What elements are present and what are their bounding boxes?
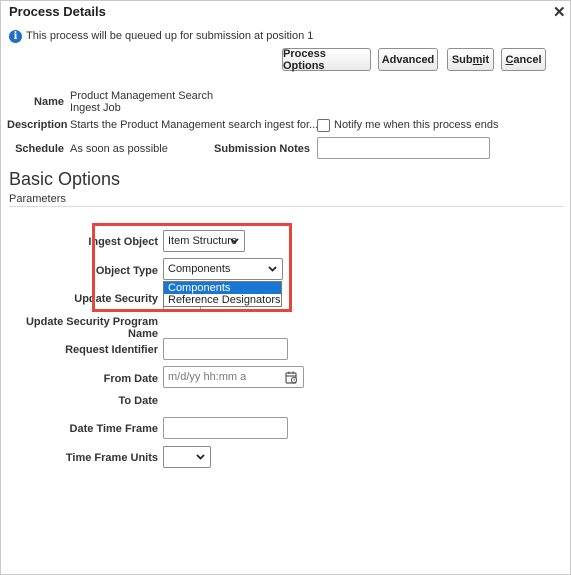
info-message: This process will be queued up for submi…	[26, 30, 314, 42]
date-time-frame-input[interactable]	[163, 417, 288, 439]
chevron-down-icon	[196, 454, 205, 460]
section-divider	[9, 206, 564, 207]
description-value: Starts the Product Management search ing…	[70, 119, 319, 131]
name-label: Name	[34, 96, 64, 108]
advanced-button[interactable]: Advanced	[378, 48, 438, 71]
advanced-label: Advanced	[381, 53, 435, 66]
annotation-highlight-box	[92, 223, 292, 312]
cancel-label: Cancel	[505, 53, 542, 66]
update-security-program-label: Update Security Program Name	[25, 316, 158, 340]
notify-checkbox[interactable]	[317, 119, 330, 132]
name-value: Product Management Search Ingest Job	[70, 90, 214, 114]
close-icon[interactable]: ✕	[553, 3, 566, 21]
info-icon: i	[9, 30, 22, 43]
submit-button[interactable]: Submit	[447, 48, 494, 71]
notify-label: Notify me when this process ends	[334, 119, 499, 131]
from-date-label: From Date	[103, 373, 158, 385]
cancel-button[interactable]: Cancel	[501, 48, 546, 71]
process-options-button[interactable]: Process Options	[282, 47, 371, 72]
date-time-frame-label: Date Time Frame	[69, 423, 158, 435]
dialog-title: Process Details	[9, 4, 106, 19]
schedule-label: Schedule	[15, 143, 64, 155]
basic-options-title: Basic Options	[9, 169, 121, 189]
time-frame-units-select[interactable]	[163, 446, 211, 468]
calendar-icon[interactable]	[285, 371, 298, 384]
submit-label: Submit	[451, 53, 490, 66]
parameters-label: Parameters	[9, 193, 66, 205]
schedule-value: As soon as possible	[70, 143, 168, 155]
process-options-label: Process Options	[283, 47, 326, 72]
submission-notes-label: Submission Notes	[214, 143, 310, 155]
from-date-placeholder: m/d/yy hh:mm a	[168, 371, 247, 383]
request-identifier-input[interactable]	[163, 338, 288, 360]
time-frame-units-label: Time Frame Units	[65, 452, 158, 464]
from-date-input[interactable]: m/d/yy hh:mm a	[163, 366, 304, 388]
description-label: Description	[7, 119, 68, 131]
submission-notes-input[interactable]	[317, 137, 490, 159]
to-date-label: To Date	[118, 395, 158, 407]
request-identifier-label: Request Identifier	[65, 344, 158, 356]
process-details-dialog: Process Details ✕ i This process will be…	[0, 0, 571, 575]
